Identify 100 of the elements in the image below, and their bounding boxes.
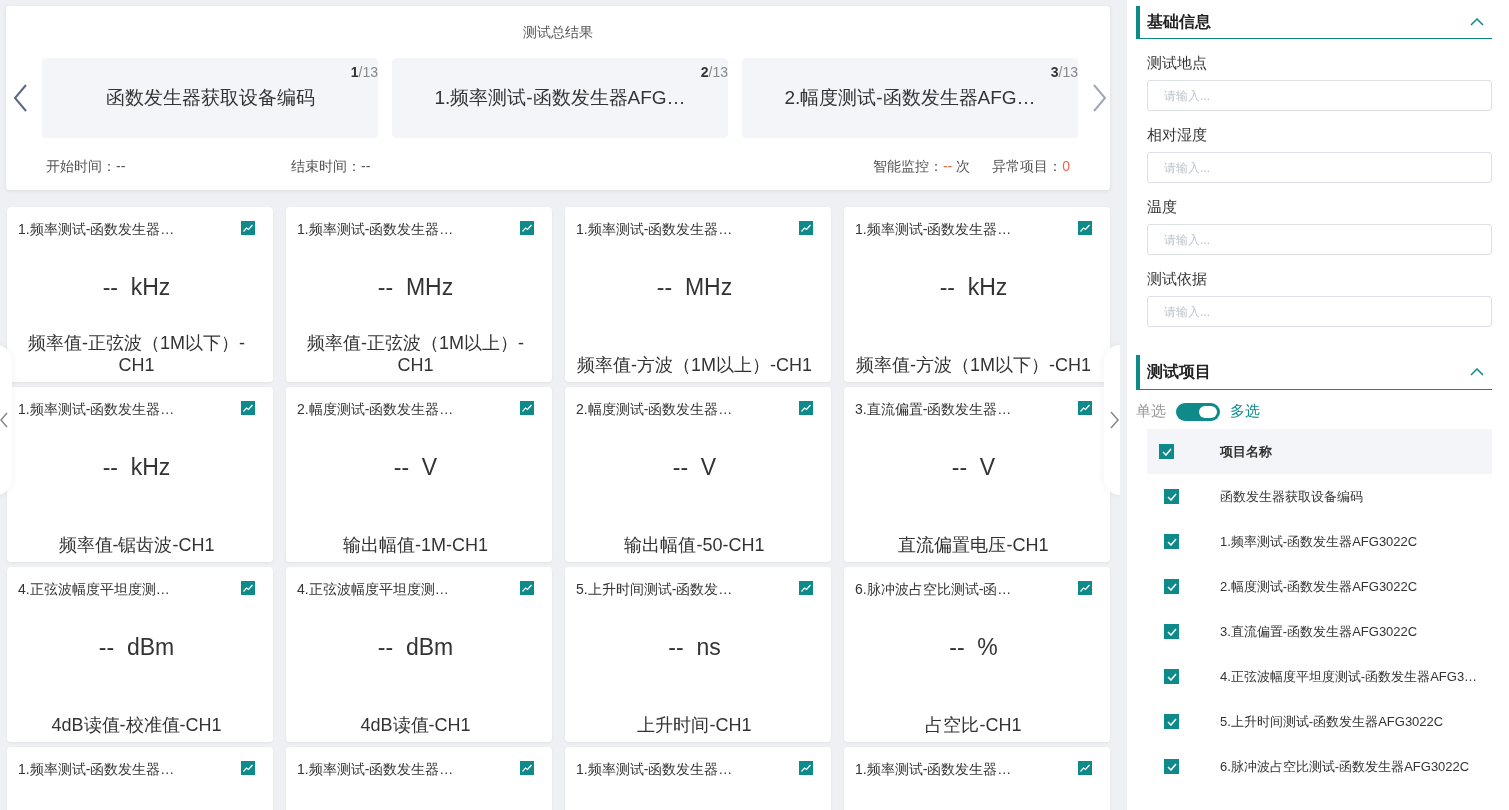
line-chart-icon[interactable]: [1078, 401, 1092, 415]
toggle-switch[interactable]: [1176, 402, 1220, 421]
section-title: 测试项目: [1147, 361, 1211, 382]
card-label: 频率值-方波（1M以下）-CH1: [855, 354, 1092, 377]
step-counter: 2/13: [700, 64, 728, 80]
card-title: 1.频率测试-函数发生器…: [18, 401, 175, 419]
checkbox[interactable]: [1164, 489, 1179, 504]
input-field[interactable]: 请输入...: [1147, 152, 1492, 183]
card-title: 5.上升时间测试-函数发…: [576, 581, 733, 599]
card-title: 1.频率测试-函数发生器…: [297, 221, 454, 239]
single-select-label: 单选: [1136, 402, 1166, 421]
start-time-label: 开始时间：: [46, 158, 116, 174]
step-counter: 1/13: [350, 64, 378, 80]
card-value: -- ns: [667, 634, 722, 661]
card-value: -- V: [392, 454, 439, 481]
chevron-left-icon: [0, 412, 8, 428]
chevron-right-icon[interactable]: [1092, 83, 1108, 113]
step-counter: 3/13: [1050, 64, 1078, 80]
card-title: 2.幅度测试-函数发生器…: [576, 401, 733, 419]
card-title: 3.直流偏置-函数发生器…: [855, 401, 1012, 419]
card-value: -- dBm: [97, 634, 176, 661]
checkbox[interactable]: [1164, 759, 1179, 774]
line-chart-icon[interactable]: [241, 221, 255, 235]
input-field[interactable]: 请输入...: [1147, 80, 1492, 111]
card-title: 4.正弦波幅度平坦度测…: [18, 581, 170, 599]
summary-title: 测试总结果: [522, 24, 594, 42]
field-label: 相对湿度: [1147, 126, 1208, 145]
checkbox[interactable]: [1159, 444, 1174, 459]
table-cell: 2.幅度测试-函数发生器AFG3022C: [1220, 577, 1418, 596]
field-label: 测试依据: [1147, 270, 1208, 289]
line-chart-icon[interactable]: [1078, 581, 1092, 595]
line-chart-icon[interactable]: [241, 401, 255, 415]
line-chart-icon[interactable]: [799, 761, 813, 775]
card-title: 1.频率测试-函数发生器…: [18, 761, 175, 779]
line-chart-icon[interactable]: [520, 581, 534, 595]
line-chart-icon[interactable]: [799, 581, 813, 595]
card-title: 1.频率测试-函数发生器…: [855, 221, 1012, 239]
table-cell: 3.直流偏置-函数发生器AFG3022C: [1220, 622, 1418, 641]
test-step-card[interactable]: 2/13 1.频率测试-函数发生器AFG…: [392, 58, 728, 138]
step-name: 2.幅度测试-函数发生器AFG…: [784, 86, 1036, 110]
checkbox[interactable]: [1164, 669, 1179, 684]
section-header[interactable]: 测试项目: [1136, 355, 1492, 390]
card-label: 上升时间-CH1: [636, 714, 753, 737]
end-time-label: 结束时间：: [291, 158, 361, 174]
card-value: -- dBm: [376, 634, 455, 661]
section-title: 基础信息: [1147, 11, 1211, 32]
line-chart-icon[interactable]: [520, 221, 534, 235]
section-header[interactable]: 基础信息: [1136, 6, 1492, 39]
card-label: 直流偏置电压-CH1: [897, 534, 1050, 557]
input-field[interactable]: 请输入...: [1147, 224, 1492, 255]
card-title: 1.频率测试-函数发生器…: [855, 761, 1012, 779]
monitor-label: 智能监控：: [872, 158, 943, 176]
card-value: -- MHz: [376, 274, 455, 301]
card-label: 输出幅值-50-CH1: [623, 534, 766, 557]
line-chart-icon[interactable]: [799, 401, 813, 415]
start-time-value: --: [116, 158, 126, 174]
card-label: 频率值-正弦波（1M以下）-CH1: [27, 332, 246, 377]
line-chart-icon[interactable]: [1078, 221, 1092, 235]
card-label: 占空比-CH1: [924, 714, 1023, 737]
line-chart-icon[interactable]: [520, 761, 534, 775]
line-chart-icon[interactable]: [1078, 761, 1092, 775]
test-step-card[interactable]: 3/13 2.幅度测试-函数发生器AFG…: [742, 58, 1078, 138]
end-time-value: --: [361, 158, 371, 174]
line-chart-icon[interactable]: [520, 401, 534, 415]
field-label: 测试地点: [1147, 54, 1208, 73]
abnormal-label: 异常项目：: [992, 158, 1063, 176]
card-title: 1.频率测试-函数发生器…: [297, 761, 454, 779]
chevron-right-icon: [1110, 411, 1119, 429]
card-title: 4.正弦波幅度平坦度测…: [297, 581, 449, 599]
card-value: -- V: [950, 454, 997, 481]
checkbox[interactable]: [1164, 624, 1179, 639]
multi-select-label: 多选: [1230, 402, 1260, 421]
card-title: 1.频率测试-函数发生器…: [18, 221, 175, 239]
card-label: 4dB读值-CH1: [359, 714, 472, 737]
checkbox[interactable]: [1164, 534, 1179, 549]
card-value: -- kHz: [101, 454, 172, 481]
card-title: 1.频率测试-函数发生器…: [576, 221, 733, 239]
table-cell: 5.上升时间测试-函数发生器AFG3022C: [1220, 712, 1444, 731]
card-value: -- MHz: [655, 274, 734, 301]
table-cell: 1.频率测试-函数发生器AFG3022C: [1220, 532, 1418, 551]
line-chart-icon[interactable]: [241, 761, 255, 775]
line-chart-icon[interactable]: [799, 221, 813, 235]
checkbox[interactable]: [1164, 714, 1179, 729]
monitor-unit: 次: [956, 158, 971, 176]
chevron-left-icon[interactable]: [12, 83, 28, 113]
abnormal-count: 0: [1062, 158, 1070, 176]
table-cell: 4.正弦波幅度平坦度测试-函数发生器AFG3…: [1220, 667, 1478, 686]
card-label: 4dB读值-校准值-CH1: [50, 714, 223, 737]
card-title: 1.频率测试-函数发生器…: [576, 761, 733, 779]
card-value: -- kHz: [938, 274, 1009, 301]
line-chart-icon[interactable]: [241, 581, 255, 595]
card-title: 2.幅度测试-函数发生器…: [297, 401, 454, 419]
table-cell: 6.脉冲波占空比测试-函数发生器AFG3022C: [1220, 757, 1470, 776]
checkbox[interactable]: [1164, 579, 1179, 594]
card-value: -- kHz: [101, 274, 172, 301]
column-header: 项目名称: [1220, 442, 1272, 461]
test-step-card[interactable]: 1/13 函数发生器获取设备编码: [42, 58, 378, 138]
card-value: -- %: [948, 634, 999, 661]
card-label: 频率值-正弦波（1M以上）-CH1: [306, 332, 525, 377]
input-field[interactable]: 请输入...: [1147, 296, 1492, 327]
